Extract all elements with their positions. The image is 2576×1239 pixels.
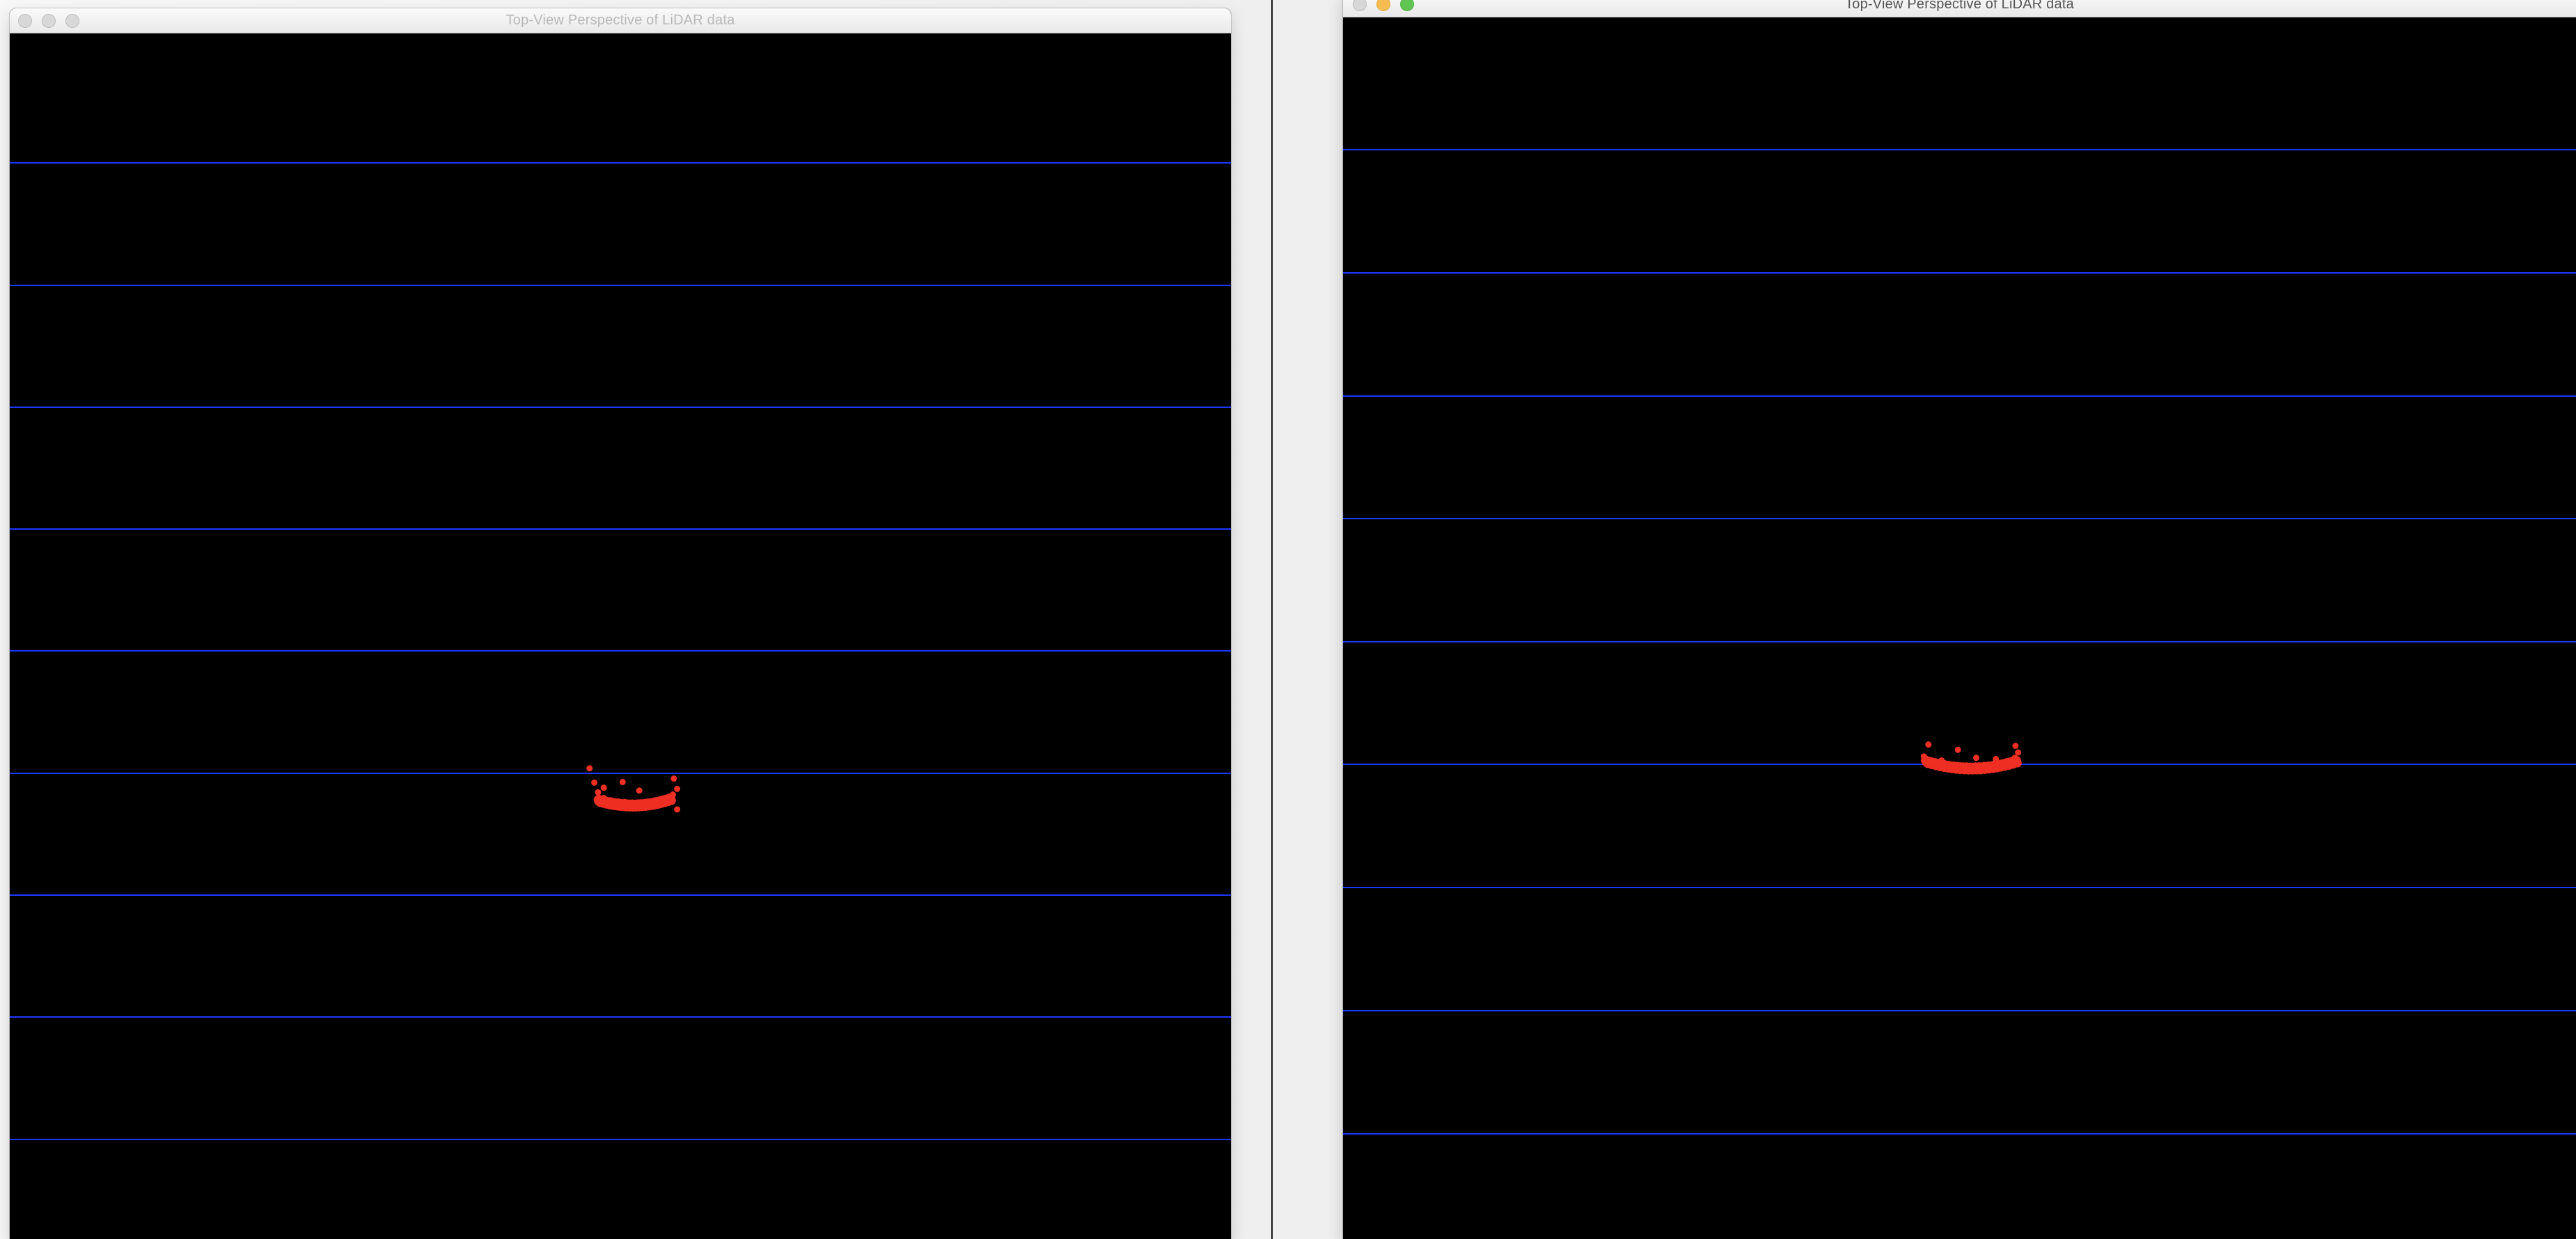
- lidar-point: [667, 796, 676, 805]
- lidar-point: [674, 806, 681, 813]
- lidar-point: [595, 789, 602, 796]
- lidar-point: [1954, 746, 1961, 753]
- lidar-point: [591, 779, 598, 786]
- window-title-left: Top-View Perspective of LiDAR data: [505, 13, 735, 28]
- plot-background: [10, 33, 1231, 1239]
- lidar-plot-svg-right: [1343, 17, 2576, 1239]
- window-controls-left: [18, 13, 79, 28]
- window-controls-right: [1353, 0, 1414, 11]
- lidar-point: [674, 785, 681, 792]
- lidar-point: [2013, 759, 2022, 768]
- close-icon[interactable]: [1353, 0, 1367, 11]
- lidar-point: [586, 765, 593, 772]
- desktop: Top-View Perspective of LiDAR data Top-V…: [0, 0, 2576, 1239]
- minimize-icon[interactable]: [42, 13, 56, 28]
- lidar-point: [2015, 749, 2022, 756]
- lidar-window-right[interactable]: Top-View Perspective of LiDAR data: [1343, 0, 2576, 1239]
- minimize-icon[interactable]: [1376, 0, 1390, 11]
- lidar-plot-left: [10, 33, 1231, 1239]
- lidar-point: [2012, 743, 2019, 750]
- lidar-window-left[interactable]: Top-View Perspective of LiDAR data: [10, 8, 1231, 1239]
- zoom-icon[interactable]: [65, 13, 79, 28]
- lidar-plot-svg-left: [10, 33, 1231, 1239]
- lidar-point: [619, 778, 626, 785]
- plot-background: [1343, 17, 2576, 1239]
- zoom-icon[interactable]: [1400, 0, 1414, 11]
- window-divider: [1271, 0, 1273, 1239]
- close-icon[interactable]: [18, 13, 32, 28]
- lidar-point: [600, 784, 607, 791]
- lidar-point: [1925, 741, 1932, 748]
- lidar-point: [1973, 755, 1980, 761]
- window-title-right: Top-View Perspective of LiDAR data: [1845, 0, 2074, 12]
- lidar-point: [636, 787, 643, 794]
- window-titlebar-left[interactable]: Top-View Perspective of LiDAR data: [10, 8, 1231, 33]
- lidar-point: [670, 775, 677, 782]
- window-titlebar-right[interactable]: Top-View Perspective of LiDAR data: [1343, 0, 2576, 17]
- lidar-plot-right: [1343, 17, 2576, 1239]
